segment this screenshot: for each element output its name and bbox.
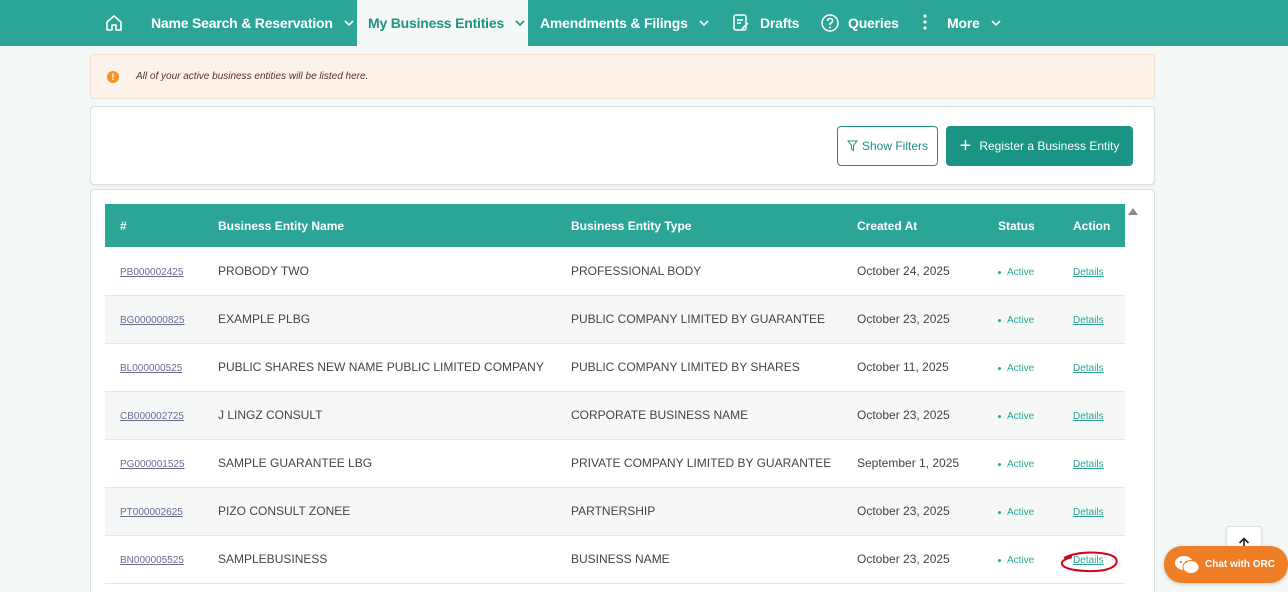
details-link[interactable]: Details [1073, 315, 1104, 326]
chevron-down-icon [514, 17, 526, 29]
status-badge: Active [998, 459, 1034, 470]
created-at: October 24, 2025 [857, 263, 950, 278]
status-badge: Active [998, 411, 1034, 422]
entities-table-card: # Business Entity Name Business Entity T… [90, 189, 1155, 592]
entity-name: PUBLIC SHARES NEW NAME PUBLIC LIMITED CO… [218, 360, 544, 374]
entity-id-link[interactable]: PT000002625 [120, 507, 183, 518]
nav-drafts[interactable]: Drafts [732, 0, 799, 46]
nav-queries[interactable]: Queries [820, 0, 899, 46]
column-header: Business Entity Name [218, 218, 345, 233]
column-header: Status [998, 218, 1035, 233]
plus-icon: + [959, 135, 972, 157]
details-link[interactable]: Details [1073, 411, 1104, 422]
show-filters-button[interactable]: Show Filters [837, 126, 938, 166]
entity-id-link[interactable]: CB000002725 [120, 411, 184, 422]
entity-id-link[interactable]: PB000002425 [120, 267, 183, 278]
nav-label: More [947, 15, 980, 31]
entities-table: # Business Entity Name Business Entity T… [105, 204, 1125, 584]
created-at: October 23, 2025 [857, 504, 950, 518]
scroll-up-arrow-icon[interactable] [1128, 208, 1138, 215]
entity-name: J LINGZ CONSULT [218, 408, 323, 422]
nav-name-search[interactable]: Name Search & Reservation [151, 0, 355, 46]
info-alert: ! All of your active business entities w… [90, 54, 1155, 99]
entity-id-link[interactable]: BL000000525 [120, 363, 182, 374]
status-badge: Active [998, 267, 1034, 278]
nav-label: My Business Entities [368, 15, 505, 31]
vertical-dots-icon [922, 13, 934, 33]
entity-name: SAMPLE GUARANTEE LBG [218, 456, 373, 470]
created-at: September 1, 2025 [857, 456, 960, 470]
nav-amendments-filings[interactable]: Amendments & Filings [540, 0, 710, 46]
chat-label: Chat with ORC [1205, 559, 1275, 570]
entity-id-link[interactable]: BN000005525 [120, 555, 184, 566]
entity-type: CORPORATE BUSINESS NAME [571, 408, 749, 422]
nav-more[interactable]: More [922, 0, 1002, 46]
column-header: Created At [857, 218, 918, 233]
chevron-down-icon [343, 17, 355, 29]
status-badge: Active [998, 507, 1034, 518]
drafts-icon [732, 13, 752, 33]
entity-type: PUBLIC COMPANY LIMITED BY SHARES [571, 360, 800, 374]
details-link[interactable]: Details [1073, 267, 1104, 278]
alert-text: All of your active business entities wil… [136, 71, 369, 82]
created-at: October 23, 2025 [857, 408, 950, 422]
details-link[interactable]: Details [1073, 507, 1104, 518]
nav-label: Amendments & Filings [540, 15, 688, 31]
entity-type: BUSINESS NAME [571, 552, 670, 566]
table-row: BL000000525 PUBLIC SHARES NEW NAME PUBLI… [105, 343, 1125, 391]
entity-id-link[interactable]: PG000001525 [120, 459, 185, 470]
column-header: # [120, 218, 127, 233]
entity-name: EXAMPLE PLBG [218, 312, 311, 326]
table-header-row: # Business Entity Name Business Entity T… [105, 204, 1125, 247]
filter-icon [846, 140, 858, 152]
table-row: PG000001525 SAMPLE GUARANTEE LBG PRIVATE… [105, 439, 1125, 487]
entity-type: PROFESSIONAL BODY [571, 263, 702, 278]
status-badge: Active [998, 555, 1034, 566]
entity-id-link[interactable]: BG000000825 [120, 315, 185, 326]
details-link[interactable]: Details [1073, 459, 1104, 470]
chat-bubbles-icon [1175, 555, 1200, 574]
entity-name: SAMPLEBUSINESS [218, 552, 328, 566]
created-at: October 11, 2025 [857, 360, 949, 374]
nav-label: Name Search & Reservation [151, 15, 333, 31]
entity-type: PRIVATE COMPANY LIMITED BY GUARANTEE [571, 456, 832, 470]
table-row: BN000005525 SAMPLEBUSINESS BUSINESS NAME… [105, 535, 1125, 583]
toolbar-card: Show Filters + Register a Business Entit… [90, 106, 1155, 185]
register-business-entity-button[interactable]: + Register a Business Entity [946, 126, 1133, 166]
top-nav: Name Search & Reservation My Business En… [0, 0, 1288, 46]
details-link[interactable]: Details [1073, 363, 1104, 374]
warning-circle-icon: ! [107, 70, 119, 83]
table-row: CB000002725 J LINGZ CONSULT CORPORATE BU… [105, 391, 1125, 439]
chevron-down-icon [698, 17, 710, 29]
entity-type: PUBLIC COMPANY LIMITED BY GUARANTEE [571, 312, 826, 326]
home-icon [106, 15, 122, 31]
chevron-down-icon [990, 17, 1002, 29]
register-label: Register a Business Entity [979, 139, 1120, 153]
nav-label: Queries [848, 15, 899, 31]
home-button[interactable] [104, 0, 126, 46]
column-header: Business Entity Type [571, 218, 692, 233]
nav-my-business-entities[interactable]: My Business Entities [357, 0, 528, 46]
nav-label: Drafts [760, 15, 800, 31]
entity-name: PIZO CONSULT ZONEE [218, 504, 351, 518]
status-badge: Active [998, 315, 1034, 326]
question-circle-icon [820, 13, 840, 33]
entity-name: PROBODY TWO [218, 263, 309, 278]
table-row: BG000000825 EXAMPLE PLBG PUBLIC COMPANY … [105, 295, 1125, 343]
entity-type: PARTNERSHIP [571, 504, 656, 518]
table-row: PB000002425 PROBODY TWO PROFESSIONAL BOD… [105, 247, 1125, 295]
table-row: PT000002625 PIZO CONSULT ZONEE PARTNERSH… [105, 487, 1125, 535]
column-header: Action [1073, 218, 1111, 233]
created-at: October 23, 2025 [857, 312, 950, 326]
show-filters-label: Show Filters [861, 139, 929, 153]
chat-with-orc-button[interactable]: Chat with ORC [1164, 546, 1288, 583]
status-badge: Active [998, 363, 1034, 374]
annotation-circle [1060, 551, 1118, 573]
created-at: October 23, 2025 [857, 552, 950, 566]
